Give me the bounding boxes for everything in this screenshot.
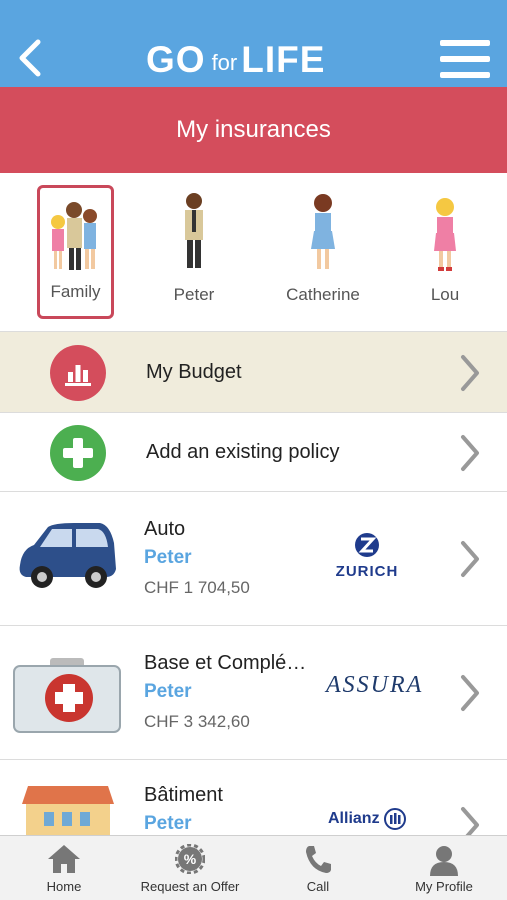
peter-avatar-icon bbox=[185, 193, 203, 268]
policy-row[interactable]: Base et Complé… Peter CHF 3 342,60 ASSUR… bbox=[0, 625, 507, 759]
member-label: Catherine bbox=[286, 285, 360, 304]
tab-my-profile[interactable]: My Profile bbox=[396, 836, 492, 900]
chevron-left-icon bbox=[19, 39, 41, 77]
hamburger-menu-icon bbox=[440, 40, 490, 46]
my-budget-row[interactable]: My Budget bbox=[0, 331, 507, 412]
logo-go: GO bbox=[146, 39, 206, 80]
zurich-logo: ZURICH bbox=[333, 532, 401, 580]
insurer-name: ZURICH bbox=[335, 563, 399, 580]
policy-row[interactable]: Auto Peter CHF 1 704,50 ZURICH bbox=[0, 491, 507, 625]
person-icon bbox=[430, 846, 458, 876]
member-label: Family bbox=[50, 282, 101, 301]
add-policy-row[interactable]: Add an existing policy bbox=[0, 412, 507, 491]
policy-title: Bâtiment bbox=[144, 784, 223, 806]
add-policy-label: Add an existing policy bbox=[146, 441, 340, 463]
member-lou[interactable]: Lou bbox=[415, 185, 475, 319]
policy-title: Base et Complé… bbox=[144, 652, 307, 674]
policy-row[interactable]: Bâtiment Peter Allianz bbox=[0, 759, 507, 846]
policy-person: Peter bbox=[144, 813, 192, 834]
allianz-logo: Allianz bbox=[328, 808, 406, 830]
home-icon bbox=[48, 845, 80, 873]
policy-price: CHF 3 342,60 bbox=[144, 712, 250, 731]
lou-avatar-icon bbox=[434, 198, 456, 271]
percent-gear-icon: % bbox=[175, 844, 205, 874]
member-catherine[interactable]: Catherine bbox=[278, 185, 368, 319]
tab-label: Request an Offer bbox=[140, 879, 240, 894]
bottom-tab-bar: Home % Request an Offer Call My Profile bbox=[0, 835, 507, 900]
chevron-right-icon bbox=[461, 435, 479, 471]
chevron-right-icon bbox=[461, 675, 479, 711]
policy-price: CHF 1 704,50 bbox=[144, 578, 250, 597]
page-title: My insurances bbox=[176, 116, 331, 143]
app-header: GO for LIFE bbox=[0, 0, 507, 87]
member-family[interactable]: Family bbox=[37, 185, 114, 319]
budget-icon bbox=[50, 345, 106, 401]
tab-label: Home bbox=[46, 879, 82, 894]
policy-person: Peter bbox=[144, 547, 192, 568]
assura-logo: ASSURA bbox=[326, 672, 423, 699]
add-icon bbox=[50, 425, 106, 481]
policy-person: Peter bbox=[144, 681, 192, 702]
member-label: Peter bbox=[173, 285, 215, 304]
member-label: Lou bbox=[430, 285, 460, 304]
insurer-name: ASSURA bbox=[326, 672, 424, 698]
svg-text:%: % bbox=[184, 851, 197, 867]
budget-label: My Budget bbox=[146, 361, 242, 383]
tab-call[interactable]: Call bbox=[276, 836, 360, 900]
app-logo: GO for LIFE bbox=[146, 39, 326, 80]
member-selector: Family Peter Catherine Lou bbox=[0, 173, 507, 331]
policy-title: Auto bbox=[144, 518, 186, 540]
tab-request-offer[interactable]: % Request an Offer bbox=[130, 836, 250, 900]
chevron-right-icon bbox=[461, 355, 479, 391]
chevron-right-icon bbox=[461, 541, 479, 577]
first-aid-kit-icon bbox=[13, 658, 121, 733]
member-peter[interactable]: Peter bbox=[155, 185, 233, 319]
insurer-name: Allianz bbox=[328, 810, 380, 827]
phone-icon bbox=[306, 846, 331, 873]
family-avatar-icon bbox=[50, 202, 97, 270]
car-icon bbox=[19, 523, 117, 588]
page-title-bar: My insurances bbox=[0, 87, 507, 173]
back-button[interactable] bbox=[14, 38, 48, 78]
catherine-avatar-icon bbox=[311, 194, 335, 269]
tab-home[interactable]: Home bbox=[20, 836, 108, 900]
logo-for: for bbox=[211, 50, 238, 75]
logo-life: LIFE bbox=[241, 39, 326, 80]
tab-label: Call bbox=[306, 879, 330, 894]
tab-label: My Profile bbox=[415, 879, 473, 894]
menu-button[interactable] bbox=[440, 40, 490, 78]
